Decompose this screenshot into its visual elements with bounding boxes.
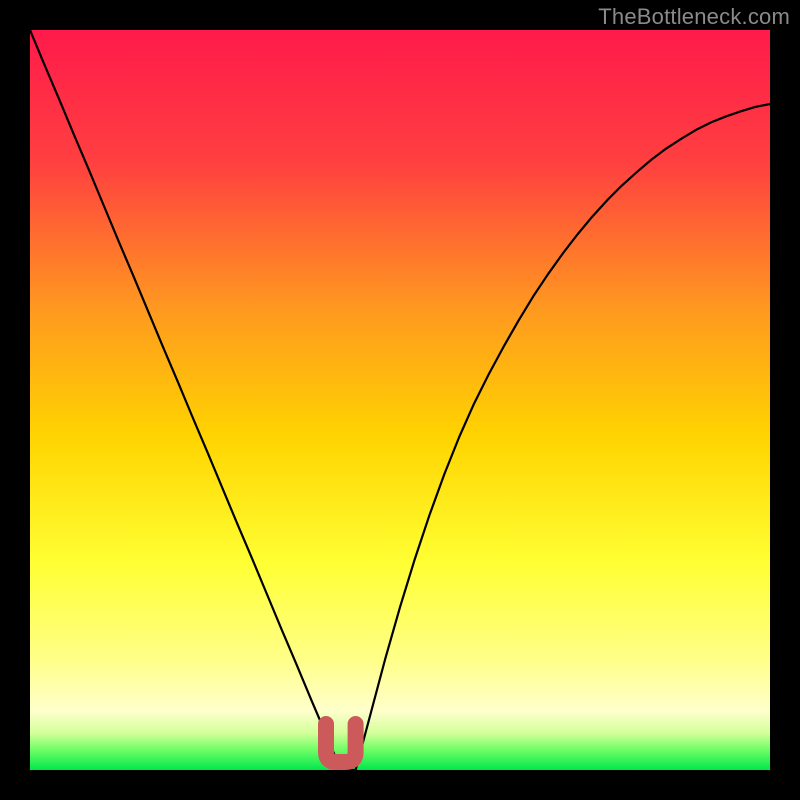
watermark-text: TheBottleneck.com bbox=[598, 4, 790, 30]
chart-frame bbox=[30, 30, 770, 770]
gradient-background bbox=[30, 30, 770, 770]
chart-svg bbox=[30, 30, 770, 770]
